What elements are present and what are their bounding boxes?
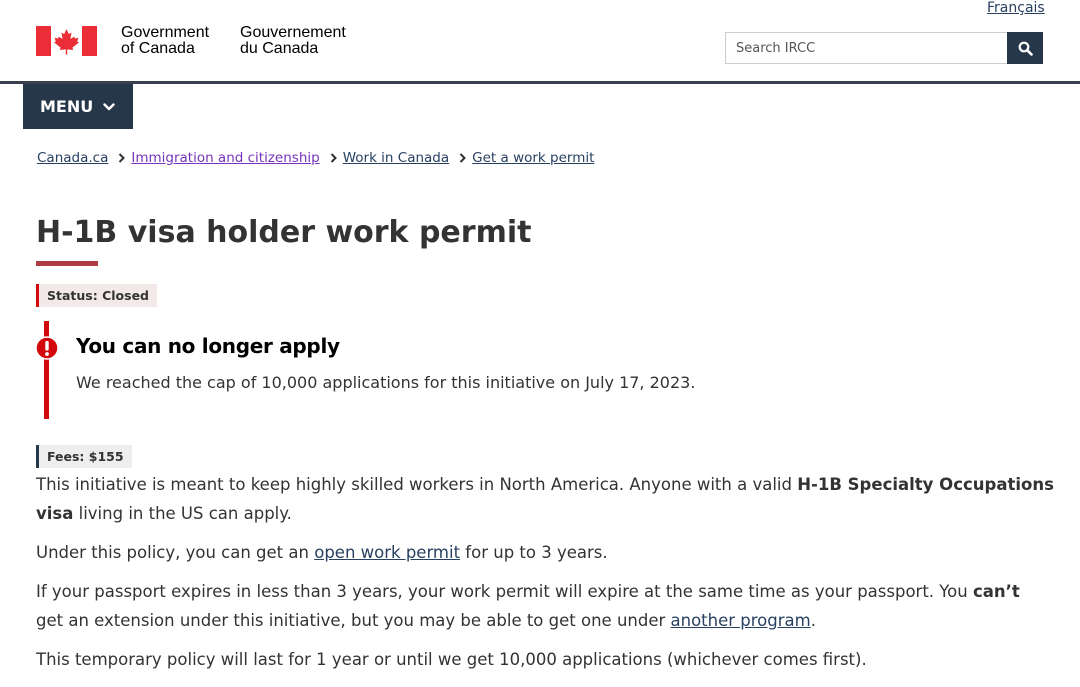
another-program-link[interactable]: another program [671,611,811,630]
paragraph-line: This initiative is meant to keep highly … [36,470,1054,499]
alert-text: We reached the cap of 10,000 application… [76,373,696,392]
header-divider [0,81,1080,84]
text-segment: This initiative is meant to keep highly … [36,475,798,494]
emphasis-text: visa [36,504,74,523]
text-segment: This temporary policy will last for 1 ye… [36,650,867,669]
text-segment: Under this policy, you can get an [36,543,315,562]
emphasis-text: can’t [972,582,1020,601]
paragraph-line: visa living in the US can apply. [36,499,1054,528]
breadcrumb: Canada.ca Immigration and citizenship Wo… [37,150,594,166]
breadcrumb-link-work[interactable]: Work in Canada [343,150,449,166]
status-badge: Status: Closed [36,284,157,307]
exclamation-circle-icon [35,336,59,360]
breadcrumb-link-canada[interactable]: Canada.ca [37,150,108,166]
government-signature-english: Government of Canada [121,25,209,57]
text-segment: for up to 3 years. [460,543,608,562]
signature-line: Gouvernement [240,24,346,41]
paragraph-duration: This temporary policy will last for 1 ye… [36,645,867,674]
text-segment: get an extension under this initiative, … [36,611,671,630]
menu-button[interactable]: MENU [23,84,133,129]
paragraph-policy: Under this policy, you can get an open w… [36,538,608,567]
fees-badge: Fees: $155 [36,445,132,468]
paragraph-passport: If your passport expires in less than 3 … [36,577,1020,635]
title-underline [36,261,98,266]
signature-line: Government [121,24,210,41]
canada-flag-icon [36,26,97,56]
menu-label: MENU [40,97,94,116]
paragraph-line: get an extension under this initiative, … [36,606,1020,635]
chevron-right-icon [118,153,126,163]
paragraph-eligibility: This initiative is meant to keep highly … [36,470,1054,528]
page-title: H-1B visa holder work permit [36,215,532,250]
emphasis-text: H-1B Specialty Occupations [797,475,1054,494]
text-segment: If your passport expires in less than 3 … [36,582,973,601]
search-input[interactable] [725,32,1007,64]
text-segment: . [810,611,816,630]
breadcrumb-link-immigration[interactable]: Immigration and citizenship [131,150,319,166]
search-button[interactable] [1007,32,1043,64]
text-segment: living in the US can apply. [73,504,292,523]
signature-line: of Canada [121,40,195,57]
signature-line: du Canada [240,40,319,57]
alert-heading: You can no longer apply [76,334,340,358]
government-signature-french: Gouvernement du Canada [240,25,346,57]
chevron-right-icon [330,153,337,163]
paragraph-line: If your passport expires in less than 3 … [36,577,1020,606]
chevron-down-icon [103,102,115,111]
open-work-permit-link[interactable]: open work permit [314,543,460,562]
search-icon [1018,41,1033,56]
chevron-right-icon [459,153,467,163]
language-toggle-link[interactable]: Français [987,0,1045,16]
breadcrumb-link-work-permit[interactable]: Get a work permit [472,150,594,166]
